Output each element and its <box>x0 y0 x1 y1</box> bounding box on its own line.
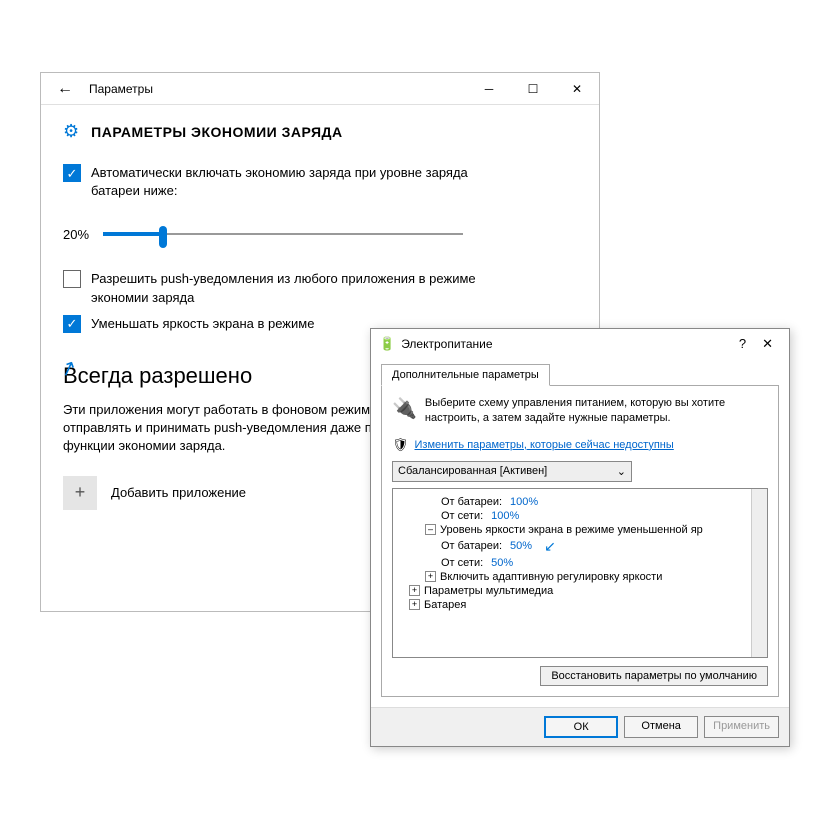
ok-button[interactable]: ОК <box>544 716 618 738</box>
slider-value: 20% <box>63 227 103 242</box>
dialog-buttons: ОК Отмена Применить <box>371 707 789 746</box>
power-title: Электропитание <box>401 337 492 351</box>
chevron-down-icon: ⌄ <box>617 465 626 478</box>
plus-icon: + <box>63 476 97 510</box>
auto-saver-checkbox-row: ✓ Автоматически включать экономию заряда… <box>63 164 493 200</box>
tree-row[interactable]: От батареи: 100% <box>397 495 763 509</box>
annotation-arrow-icon: ↙ <box>544 538 556 555</box>
collapse-icon[interactable]: – <box>425 524 436 535</box>
shield-icon: 🛡 <box>392 437 409 453</box>
tree-row[interactable]: – Уровень яркости экрана в режиме уменьш… <box>397 523 763 537</box>
tree-label: От сети: <box>441 557 483 569</box>
window-title: Параметры <box>89 82 153 96</box>
tree-row[interactable]: От сети: 50% <box>397 556 763 570</box>
auto-saver-checkbox[interactable]: ✓ <box>63 164 81 182</box>
tree-row[interactable]: От батареи: 50% ↙ <box>397 537 763 556</box>
help-button[interactable]: ? <box>739 336 746 352</box>
power-titlebar-controls: ? ✕ <box>739 336 781 352</box>
power-panel: 🔌 Выберите схему управления питанием, ко… <box>381 385 779 697</box>
tree-value[interactable]: 100% <box>510 496 538 508</box>
tree-label: От батареи: <box>441 496 502 508</box>
expand-icon[interactable]: + <box>409 585 420 596</box>
scheme-select[interactable]: Сбалансированная [Активен] ⌄ <box>392 461 632 482</box>
back-arrow-icon[interactable]: ← <box>53 80 77 98</box>
threshold-slider[interactable] <box>103 224 463 244</box>
advanced-tab[interactable]: Дополнительные параметры <box>381 364 550 386</box>
push-label: Разрешить push-уведомления из любого при… <box>91 270 493 306</box>
tree-label: От сети: <box>441 510 483 522</box>
power-options-dialog: 🔋 Электропитание ? ✕ Дополнительные пара… <box>370 328 790 747</box>
dim-checkbox[interactable]: ✓ <box>63 315 81 333</box>
tree-row[interactable]: + Параметры мультимедиа <box>397 584 763 598</box>
tree-scrollbar[interactable] <box>751 489 767 657</box>
maximize-button[interactable]: ☐ <box>511 73 555 105</box>
threshold-slider-row: 20% <box>63 224 577 244</box>
restore-defaults-button[interactable]: Восстановить параметры по умолчанию <box>540 666 768 686</box>
power-tabs: Дополнительные параметры <box>371 359 789 385</box>
tree-value[interactable]: 50% <box>491 557 513 569</box>
tree-row[interactable]: От сети: 100% <box>397 509 763 523</box>
auto-saver-label: Автоматически включать экономию заряда п… <box>91 164 493 200</box>
tree-label: Включить адаптивную регулировку яркости <box>440 571 662 583</box>
tree-value[interactable]: 50% <box>510 540 532 552</box>
slider-fill <box>103 232 163 236</box>
dim-label: Уменьшать яркость экрана в режиме <box>91 315 314 333</box>
push-checkbox[interactable] <box>63 270 81 288</box>
tree-value[interactable]: 100% <box>491 510 519 522</box>
slider-thumb[interactable] <box>159 226 167 248</box>
expand-icon[interactable]: + <box>425 571 436 582</box>
power-desc-row: 🔌 Выберите схему управления питанием, ко… <box>392 396 768 427</box>
page-heading: ПАРАМЕТРЫ ЭКОНОМИИ ЗАРЯДА <box>91 124 342 140</box>
minimize-button[interactable]: ─ <box>467 73 511 105</box>
power-titlebar: 🔋 Электропитание ? ✕ <box>371 329 789 359</box>
tree-label: Уровень яркости экрана в режиме уменьшен… <box>440 524 703 536</box>
admin-link[interactable]: Изменить параметры, которые сейчас недос… <box>415 439 674 451</box>
restore-row: Восстановить параметры по умолчанию <box>392 666 768 686</box>
settings-tree[interactable]: От батареи: 100% От сети: 100% – Уровень… <box>392 488 768 658</box>
admin-link-row: 🛡 Изменить параметры, которые сейчас нед… <box>392 437 768 453</box>
tree-row[interactable]: + Батарея <box>397 598 763 612</box>
tree-label: От батареи: <box>441 540 502 552</box>
window-controls: ─ ☐ ✕ <box>467 73 599 105</box>
gear-icon: ⚙ <box>63 121 79 142</box>
power-plan-icon: 🔋 <box>379 336 395 352</box>
apply-button: Применить <box>704 716 779 738</box>
power-desc: Выберите схему управления питанием, кото… <box>425 396 768 427</box>
scheme-label: Сбалансированная [Активен] <box>398 465 547 477</box>
expand-icon[interactable]: + <box>409 599 420 610</box>
page-header: ⚙ ПАРАМЕТРЫ ЭКОНОМИИ ЗАРЯДА <box>63 121 577 142</box>
cancel-button[interactable]: Отмена <box>624 716 698 738</box>
power-close-button[interactable]: ✕ <box>762 336 773 352</box>
tree-label: Батарея <box>424 599 466 611</box>
tree-label: Параметры мультимедиа <box>424 585 553 597</box>
power-plug-icon: 🔌 <box>392 396 417 421</box>
tree-row[interactable]: + Включить адаптивную регулировку яркост… <box>397 570 763 584</box>
close-button[interactable]: ✕ <box>555 73 599 105</box>
add-app-label: Добавить приложение <box>111 485 246 500</box>
push-checkbox-row: Разрешить push-уведомления из любого при… <box>63 270 493 306</box>
settings-titlebar: ← Параметры ─ ☐ ✕ <box>41 73 599 105</box>
